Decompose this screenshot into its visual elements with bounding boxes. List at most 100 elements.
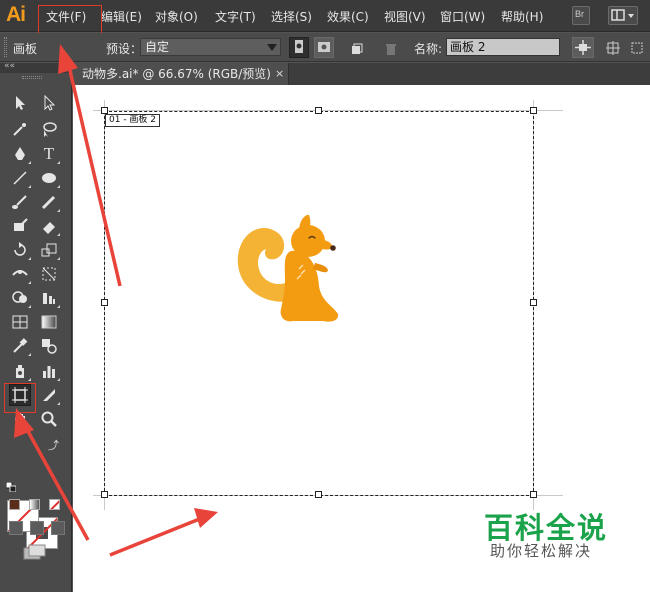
mesh-tool[interactable] [9,311,31,333]
preset-dropdown[interactable]: 自定 [140,38,281,56]
resize-handle-w[interactable] [101,299,108,306]
close-icon[interactable]: × [275,63,284,85]
resize-handle-nw[interactable] [101,107,108,114]
artboard-options-icon[interactable] [606,40,620,59]
spray-icon [16,365,24,378]
tools-panel-header[interactable]: «« [0,61,72,73]
flyout-icon [28,353,31,356]
swap-fill-stroke-icon[interactable]: ⤴ [48,437,59,453]
rearrange-icon[interactable] [630,40,644,59]
flyout-icon [28,185,31,188]
default-colors-icon[interactable] [5,477,17,496]
menu-object[interactable]: 对象(O) [155,8,198,25]
name-label: 名称: [414,42,443,56]
canvas[interactable]: 01 - 画板 2 百科全说 助你轻松解决 [73,85,650,592]
gradient-icon [41,315,57,329]
resize-handle-e[interactable] [530,299,537,306]
artboard-name-field[interactable]: 画板 2 [446,38,560,56]
gradient-tool[interactable] [38,311,60,333]
shape-builder-tool[interactable] [9,287,31,309]
control-bar: 画板 预设： 自定 名称: 画板 2 [0,33,650,62]
zoom-icon [41,411,57,427]
file-menu-highlight [38,5,102,35]
menu-view[interactable]: 视图(V) [384,8,426,25]
flyout-icon [28,305,31,308]
flyout-icon [57,378,60,381]
type-icon: T [43,144,55,163]
landscape-button[interactable] [314,37,334,58]
document-tab-title: 动物多.ai* @ 66.67% (RGB/预览) [82,67,271,81]
flyout-icon [57,402,60,405]
illustrator-window: Ai 文件(F) 编辑(E) 对象(O) 文字(T) 选择(S) 效果(C) 视… [0,0,650,592]
none-mode-button[interactable] [49,499,60,510]
menu-select[interactable]: 选择(S) [271,8,312,25]
blend-icon [42,339,57,354]
blob-brush-tool[interactable] [9,215,31,237]
control-panel-label: 画板 [13,42,38,56]
menu-type[interactable]: 文字(T) [215,8,256,25]
collapse-icon[interactable]: «« [4,61,15,71]
slice-tool[interactable] [38,384,60,406]
chevron-down-icon [267,44,277,51]
zoom-tool[interactable] [38,408,60,430]
squirrel-illustration[interactable] [233,211,353,326]
lasso-tool[interactable] [38,118,60,140]
menu-window[interactable]: 窗口(W) [440,8,485,25]
delete-artboard-icon[interactable] [384,41,398,60]
resize-handle-s[interactable] [315,491,322,498]
scale-tool[interactable] [38,239,60,261]
eraser-tool[interactable] [38,215,60,237]
new-artboard-icon[interactable] [350,41,364,60]
menu-help[interactable]: 帮助(H) [501,8,543,25]
column-graph-tool[interactable] [38,360,60,382]
type-tool[interactable]: T [38,143,60,165]
draw-normal-button[interactable] [9,521,23,535]
flyout-icon [57,209,60,212]
panel-grip[interactable] [4,37,7,57]
magic-wand-tool[interactable] [9,118,31,140]
tools-panel-grip[interactable] [22,76,42,79]
draw-inside-button[interactable] [51,521,65,535]
resize-handle-ne[interactable] [530,107,537,114]
document-tab[interactable]: 动物多.ai* @ 66.67% (RGB/预览) × [73,63,289,85]
menu-effect[interactable]: 效果(C) [327,8,369,25]
draw-behind-button[interactable] [30,521,44,535]
pencil-tool[interactable] [38,191,60,213]
document-tab-bar: 动物多.ai* @ 66.67% (RGB/预览) × [73,63,650,85]
perspective-grid-tool[interactable] [38,287,60,309]
width-tool[interactable] [9,263,31,285]
resize-handle-sw[interactable] [101,491,108,498]
scale-icon [41,243,57,257]
flyout-icon [57,305,60,308]
move-with-artboard-button[interactable] [572,37,594,58]
symbol-sprayer-tool[interactable] [9,360,31,382]
flyout-icon [28,257,31,260]
artboard-tool-highlight [4,383,36,413]
flyout-icon [28,378,31,381]
portrait-button[interactable] [289,37,309,58]
pen-tool[interactable] [9,143,31,165]
workspace-switcher[interactable] [608,6,638,25]
bridge-button[interactable]: Br [572,6,590,25]
color-mode-button[interactable] [9,499,20,510]
eraser-icon [43,222,55,234]
bridge-label: Br [575,9,584,19]
direct-selection-tool[interactable] [38,92,60,114]
free-transform-tool[interactable] [38,263,60,285]
blend-tool[interactable] [38,335,60,357]
resize-handle-se[interactable] [530,491,537,498]
landscape-icon [318,42,330,52]
none-slash-icon [50,500,59,509]
paintbrush-tool[interactable] [9,191,31,213]
rotate-tool[interactable] [9,239,31,261]
selection-tool[interactable] [9,92,31,114]
resize-handle-n[interactable] [315,107,322,114]
menu-edit[interactable]: 编辑(E) [101,8,142,25]
eyedropper-tool[interactable] [9,335,31,357]
line-segment-tool[interactable] [9,167,31,189]
gradient-mode-button[interactable] [29,499,40,510]
free-transform-icon [42,267,56,281]
screen-mode-icon[interactable] [23,544,47,564]
ellipse-tool[interactable] [38,167,60,189]
watermark-subtitle: 助你轻松解决 [490,542,593,560]
